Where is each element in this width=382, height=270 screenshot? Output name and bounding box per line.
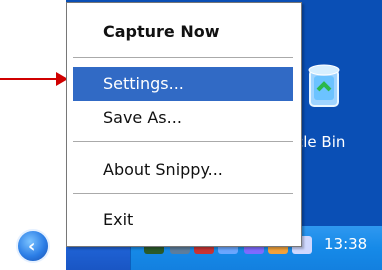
- menu-item-exit[interactable]: Exit: [73, 203, 293, 237]
- menu-separator: [73, 193, 293, 195]
- clock[interactable]: 13:38: [324, 234, 376, 254]
- start-button[interactable]: ‹: [16, 229, 50, 263]
- recycle-bin-label[interactable]: cle Bin: [295, 132, 382, 152]
- menu-item-save-as[interactable]: Save As...: [73, 101, 293, 135]
- desktop: cle Bin ‹ 13:38 Capture Now Settings... …: [0, 0, 382, 270]
- pointer-arrow: [0, 78, 58, 80]
- menu-separator: [73, 57, 293, 59]
- recycle-bin-icon[interactable]: [304, 54, 344, 118]
- menu-item-about[interactable]: About Snippy...: [73, 153, 293, 187]
- menu-item-capture-now[interactable]: Capture Now: [73, 15, 293, 49]
- chevron-left-icon: ‹: [28, 236, 36, 257]
- menu-separator: [73, 141, 293, 143]
- tray-context-menu: Capture Now Settings... Save As... About…: [66, 2, 302, 247]
- menu-item-settings[interactable]: Settings...: [73, 67, 293, 101]
